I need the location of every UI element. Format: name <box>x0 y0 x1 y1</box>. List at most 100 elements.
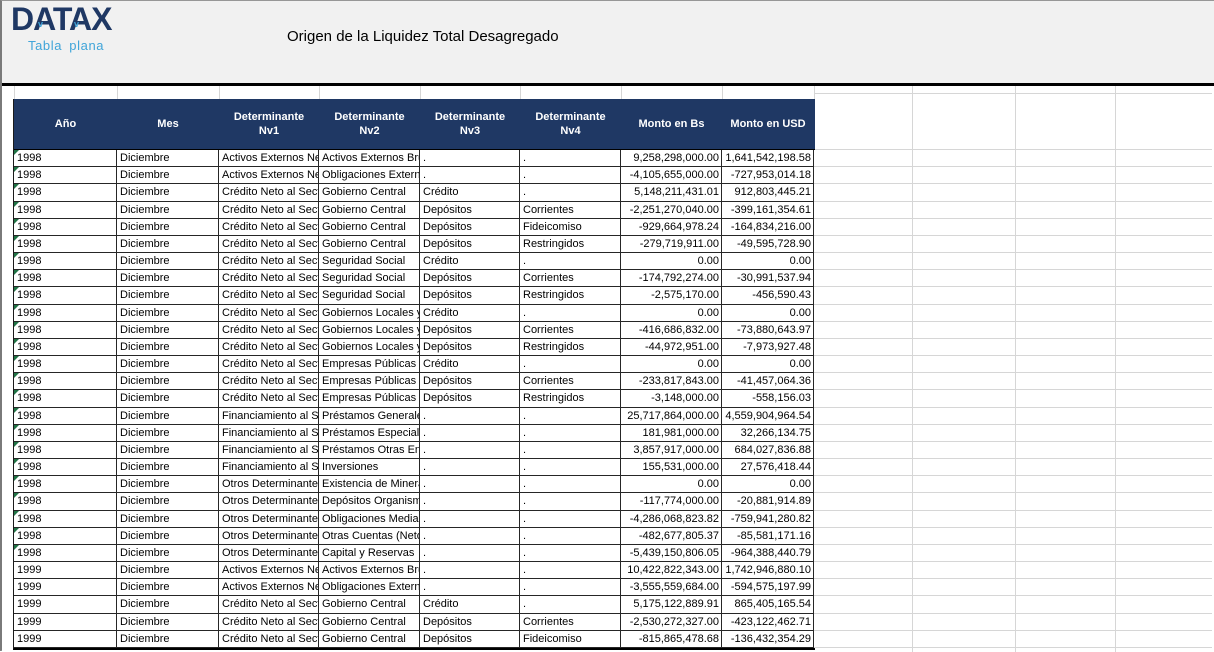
cell-nv3[interactable]: . <box>420 545 520 562</box>
cell-usd[interactable]: -49,595,728.90 <box>722 236 814 253</box>
cell-nv4[interactable]: Fideicomiso <box>520 219 621 236</box>
column-header-nv2[interactable]: DeterminanteNv2 <box>319 110 420 138</box>
cell-nv2[interactable]: Gobiernos Locales y I <box>319 322 420 339</box>
cell-mes[interactable]: Diciembre <box>117 287 219 304</box>
cell-usd[interactable]: -727,953,014.18 <box>722 167 814 184</box>
cell-usd[interactable]: 1,742,946,880.10 <box>722 562 814 579</box>
cell-nv4[interactable]: . <box>520 442 621 459</box>
cell-nv4[interactable]: Fideicomiso <box>520 631 621 648</box>
cell-usd[interactable]: -399,161,354.61 <box>722 202 814 219</box>
cell-mes[interactable]: Diciembre <box>117 270 219 287</box>
cell-nv2[interactable]: Empresas Públicas <box>319 356 420 373</box>
cell-nv3[interactable]: . <box>420 167 520 184</box>
cell-nv2[interactable]: Seguridad Social <box>319 287 420 304</box>
cell-usd[interactable]: 1,641,542,198.58 <box>722 150 814 167</box>
cell-nv3[interactable]: . <box>420 476 520 493</box>
cell-nv3[interactable]: . <box>420 579 520 596</box>
cell-usd[interactable]: 0.00 <box>722 253 814 270</box>
cell-usd[interactable]: -85,581,171.16 <box>722 528 814 545</box>
cell-nv4[interactable]: Corrientes <box>520 270 621 287</box>
cell-nv4[interactable]: . <box>520 425 621 442</box>
cell-nv3[interactable]: Crédito <box>420 184 520 201</box>
cell-usd[interactable]: 0.00 <box>722 356 814 373</box>
cell-nv4[interactable]: Restringidos <box>520 236 621 253</box>
cell-nv4[interactable]: . <box>520 184 621 201</box>
cell-ano[interactable]: 1998 <box>14 236 117 253</box>
cell-bs[interactable]: -2,251,270,040.00 <box>621 202 722 219</box>
cell-bs[interactable]: 181,981,000.00 <box>621 425 722 442</box>
cell-nv4[interactable]: Corrientes <box>520 614 621 631</box>
cell-nv2[interactable]: Otras Cuentas (Neto) <box>319 528 420 545</box>
cell-mes[interactable]: Diciembre <box>117 339 219 356</box>
cell-mes[interactable]: Diciembre <box>117 202 219 219</box>
cell-ano[interactable]: 1999 <box>14 562 117 579</box>
cell-ano[interactable]: 1998 <box>14 528 117 545</box>
cell-nv2[interactable]: Gobiernos Locales y I <box>319 305 420 322</box>
cell-ano[interactable]: 1998 <box>14 167 117 184</box>
cell-nv2[interactable]: Depósitos Organismo <box>319 493 420 510</box>
cell-nv2[interactable]: Préstamos Otras Enti <box>319 442 420 459</box>
cell-nv4[interactable]: . <box>520 493 621 510</box>
cell-bs[interactable]: 0.00 <box>621 253 722 270</box>
column-header-nv1[interactable]: DeterminanteNv1 <box>219 110 319 138</box>
cell-nv1[interactable]: Financiamiento al Se <box>219 425 319 442</box>
cell-nv2[interactable]: Obligaciones Externa <box>319 167 420 184</box>
cell-usd[interactable]: -456,590.43 <box>722 287 814 304</box>
cell-bs[interactable]: 5,175,122,889.91 <box>621 596 722 613</box>
cell-usd[interactable]: 912,803,445.21 <box>722 184 814 201</box>
cell-bs[interactable]: 5,148,211,431.01 <box>621 184 722 201</box>
cell-bs[interactable]: -416,686,832.00 <box>621 322 722 339</box>
cell-nv2[interactable]: Gobierno Central <box>319 614 420 631</box>
cell-nv3[interactable]: . <box>420 562 520 579</box>
cell-nv4[interactable]: . <box>520 305 621 322</box>
cell-usd[interactable]: -558,156.03 <box>722 390 814 407</box>
cell-ano[interactable]: 1998 <box>14 305 117 322</box>
cell-nv1[interactable]: Activos Externos Net <box>219 167 319 184</box>
cell-bs[interactable]: -279,719,911.00 <box>621 236 722 253</box>
cell-nv1[interactable]: Crédito Neto al Secto <box>219 373 319 390</box>
cell-ano[interactable]: 1999 <box>14 614 117 631</box>
cell-bs[interactable]: 0.00 <box>621 476 722 493</box>
cell-nv2[interactable]: Inversiones <box>319 459 420 476</box>
cell-nv4[interactable]: . <box>520 528 621 545</box>
cell-bs[interactable]: -482,677,805.37 <box>621 528 722 545</box>
cell-mes[interactable]: Diciembre <box>117 545 219 562</box>
cell-nv2[interactable]: Gobierno Central <box>319 219 420 236</box>
cell-ano[interactable]: 1998 <box>14 150 117 167</box>
cell-nv3[interactable]: . <box>420 459 520 476</box>
cell-nv1[interactable]: Crédito Neto al Secto <box>219 631 319 648</box>
cell-nv4[interactable]: . <box>520 562 621 579</box>
cell-nv3[interactable]: . <box>420 150 520 167</box>
cell-nv2[interactable]: Capital y Reservas <box>319 545 420 562</box>
cell-usd[interactable]: -136,432,354.29 <box>722 631 814 648</box>
cell-nv2[interactable]: Gobierno Central <box>319 236 420 253</box>
cell-nv1[interactable]: Otros Determinantes <box>219 528 319 545</box>
cell-mes[interactable]: Diciembre <box>117 442 219 459</box>
cell-nv3[interactable]: Depósitos <box>420 614 520 631</box>
cell-nv3[interactable]: Crédito <box>420 356 520 373</box>
cell-nv2[interactable]: Empresas Públicas <box>319 373 420 390</box>
cell-mes[interactable]: Diciembre <box>117 493 219 510</box>
cell-mes[interactable]: Diciembre <box>117 459 219 476</box>
cell-nv4[interactable]: . <box>520 408 621 425</box>
cell-bs[interactable]: 0.00 <box>621 305 722 322</box>
cell-nv3[interactable]: . <box>420 408 520 425</box>
cell-usd[interactable]: -594,575,197.99 <box>722 579 814 596</box>
cell-usd[interactable]: -30,991,537.94 <box>722 270 814 287</box>
cell-nv3[interactable]: Depósitos <box>420 339 520 356</box>
cell-nv3[interactable]: Depósitos <box>420 236 520 253</box>
cell-ano[interactable]: 1999 <box>14 631 117 648</box>
cell-bs[interactable]: 9,258,298,000.00 <box>621 150 722 167</box>
cell-mes[interactable]: Diciembre <box>117 167 219 184</box>
cell-mes[interactable]: Diciembre <box>117 390 219 407</box>
cell-nv4[interactable]: . <box>520 511 621 528</box>
cell-nv1[interactable]: Financiamiento al Se <box>219 442 319 459</box>
cell-usd[interactable]: -7,973,927.48 <box>722 339 814 356</box>
cell-ano[interactable]: 1998 <box>14 408 117 425</box>
cell-mes[interactable]: Diciembre <box>117 253 219 270</box>
cell-bs[interactable]: -3,148,000.00 <box>621 390 722 407</box>
cell-usd[interactable]: 4,559,904,964.54 <box>722 408 814 425</box>
cell-usd[interactable]: -164,834,216.00 <box>722 219 814 236</box>
cell-nv4[interactable]: . <box>520 596 621 613</box>
cell-ano[interactable]: 1998 <box>14 219 117 236</box>
